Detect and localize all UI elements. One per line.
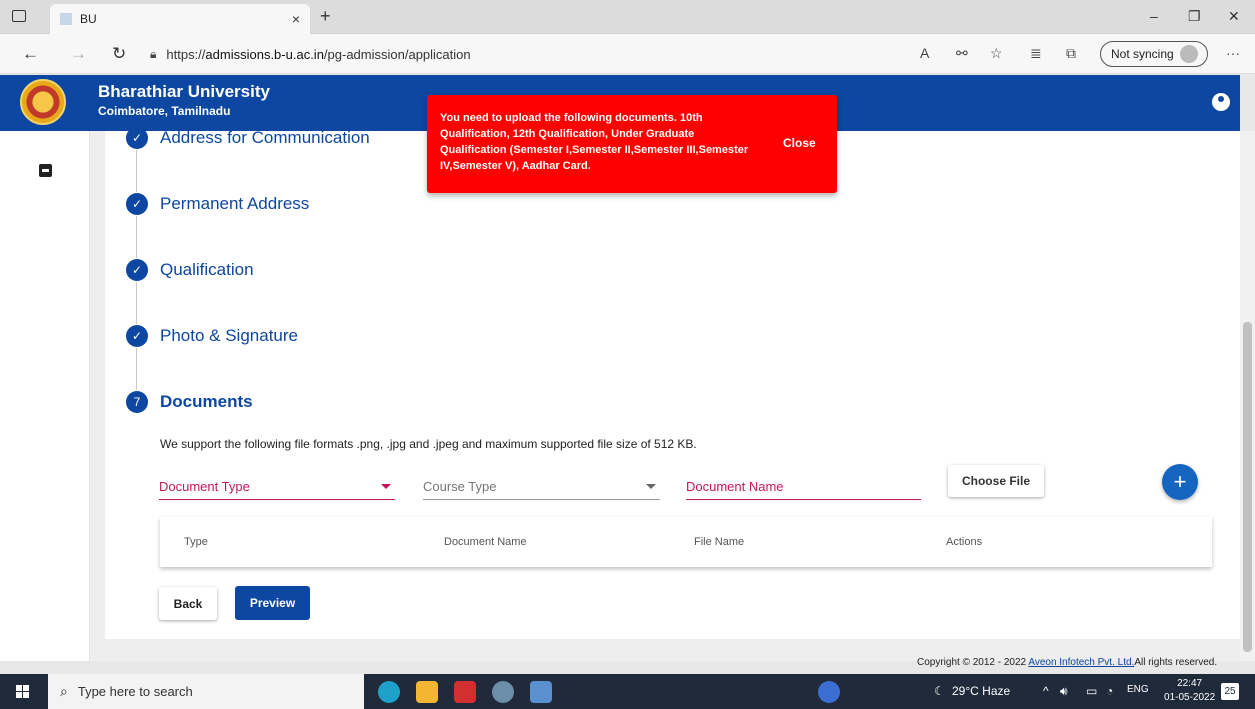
step-photo-signature[interactable]: ✓ Photo & Signature xyxy=(126,325,298,347)
refresh-icon[interactable]: ↻ xyxy=(112,44,126,64)
step-connector xyxy=(136,282,137,324)
help-icon[interactable] xyxy=(818,681,840,703)
error-toast: You need to upload the following documen… xyxy=(427,95,837,193)
sync-label: Not syncing xyxy=(1111,47,1174,61)
volume-icon[interactable]: 🔊︎ xyxy=(1060,684,1068,699)
university-location: Coimbatore, Tamilnadu xyxy=(98,104,231,118)
company-link[interactable]: Aveon Infotech Pvt. Ltd. xyxy=(1028,657,1134,668)
taskbar-search[interactable]: ⌕ Type here to search xyxy=(48,674,364,709)
minimize-icon[interactable]: – xyxy=(1150,8,1158,24)
step-label: Photo & Signature xyxy=(160,326,298,345)
browser-tab-bar: BU × + – ❐ ✕ xyxy=(0,0,1255,34)
notification-icon[interactable]: 25 xyxy=(1221,683,1239,700)
check-icon: ✓ xyxy=(126,325,148,347)
step-label: Documents xyxy=(160,392,253,411)
taskbar-clock[interactable]: 22:47 01-05-2022 xyxy=(1164,677,1215,705)
weather-text[interactable]: 29°C Haze xyxy=(952,684,1010,698)
favorites-icon[interactable]: ≣ xyxy=(1030,45,1042,62)
back-button[interactable]: Back xyxy=(159,587,217,620)
browser-tab[interactable]: BU × xyxy=(50,4,310,34)
new-tab-button[interactable]: + xyxy=(320,6,331,27)
column-header-actions: Actions xyxy=(946,536,983,548)
add-document-button[interactable]: + xyxy=(1162,464,1198,500)
translate-icon[interactable]: ⚯ xyxy=(956,45,968,62)
step-label: Address for Communication xyxy=(160,128,370,147)
restore-icon[interactable]: ❐ xyxy=(1188,8,1201,25)
edge-icon[interactable] xyxy=(378,681,400,703)
lock-icon: 🔒︎ xyxy=(150,46,157,61)
course-type-label: Course Type xyxy=(423,479,497,494)
archive-icon[interactable] xyxy=(39,164,52,177)
language-indicator[interactable]: ENG xyxy=(1127,684,1149,695)
dropdown-caret-icon xyxy=(381,484,391,489)
clock-date: 01-05-2022 xyxy=(1164,692,1216,703)
check-icon: ✓ xyxy=(126,127,148,149)
step-number: 7 xyxy=(126,391,148,413)
forward-arrow-icon[interactable]: → xyxy=(70,44,87,64)
scrollbar-thumb[interactable] xyxy=(1243,322,1252,652)
step-label: Qualification xyxy=(160,260,254,279)
paint-icon[interactable] xyxy=(492,681,514,703)
course-type-select[interactable]: Course Type xyxy=(423,470,660,500)
step-connector xyxy=(136,150,137,192)
step-qualification[interactable]: ✓ Qualification xyxy=(126,259,254,281)
toast-message: You need to upload the following documen… xyxy=(440,112,749,172)
check-icon: ✓ xyxy=(126,259,148,281)
step-label: Permanent Address xyxy=(160,194,310,213)
tray-expand-icon[interactable]: ^ xyxy=(1043,684,1049,698)
back-arrow-icon[interactable]: ← xyxy=(22,44,39,64)
window-close-icon[interactable]: ✕ xyxy=(1228,8,1240,25)
university-logo xyxy=(20,79,66,125)
university-name: Bharathiar University xyxy=(98,82,270,101)
step-address-communication[interactable]: ✓ Address for Communication xyxy=(126,127,370,149)
page-favicon-icon xyxy=(60,13,72,25)
column-header-document-name: Document Name xyxy=(444,536,527,548)
collections-icon[interactable]: ⧉ xyxy=(1066,45,1076,62)
left-sidebar xyxy=(0,131,90,661)
tab-close-icon[interactable]: × xyxy=(292,11,300,27)
wifi-icon[interactable]: ◔ xyxy=(1106,684,1113,698)
column-header-type: Type xyxy=(184,536,208,548)
documents-table: Type Document Name File Name Actions xyxy=(160,517,1212,567)
step-connector xyxy=(136,216,137,258)
copyright-footer: Copyright © 2012 - 2022 Aveon Infotech P… xyxy=(917,657,1218,668)
anydesk-icon[interactable] xyxy=(454,681,476,703)
document-name-label: Document Name xyxy=(686,479,784,494)
url-bar[interactable]: 🔒︎ https://admissions.b-u.ac.in/pg-admis… xyxy=(150,42,850,66)
profile-sync-button[interactable]: Not syncing xyxy=(1100,41,1208,67)
step-connector xyxy=(136,348,137,390)
account-icon[interactable] xyxy=(1212,93,1230,111)
document-type-label: Document Type xyxy=(159,479,250,494)
weather-icon[interactable]: ☾ xyxy=(934,684,945,698)
step-documents[interactable]: 7 Documents xyxy=(126,391,253,413)
file-format-info: We support the following file formats .p… xyxy=(160,437,697,451)
url-text: https://admissions.b-u.ac.in/pg-admissio… xyxy=(166,46,471,62)
address-toolbar: ← → ↻ 🔒︎ https://admissions.b-u.ac.in/pg… xyxy=(0,34,1255,74)
document-type-select[interactable]: Document Type xyxy=(159,470,395,500)
search-icon: ⌕ xyxy=(60,683,68,699)
choose-file-button[interactable]: Choose File xyxy=(948,465,1044,497)
display-icon[interactable]: ▭ xyxy=(1086,684,1097,698)
step-permanent-address[interactable]: ✓ Permanent Address xyxy=(126,193,309,215)
toast-close-button[interactable]: Close xyxy=(783,136,816,150)
tab-title: BU xyxy=(80,12,97,26)
document-name-input[interactable]: Document Name xyxy=(686,470,921,500)
more-menu-icon[interactable]: ··· xyxy=(1226,45,1240,61)
column-header-file-name: File Name xyxy=(694,536,745,548)
dropdown-caret-icon xyxy=(646,484,656,489)
windows-start-icon[interactable] xyxy=(16,685,29,698)
profile-avatar xyxy=(1179,45,1198,63)
read-aloud-icon[interactable]: A xyxy=(920,45,929,61)
preview-button[interactable]: Preview xyxy=(235,586,310,620)
taskbar-search-placeholder: Type here to search xyxy=(77,684,193,699)
favorite-star-icon[interactable]: ☆ xyxy=(990,45,1003,62)
network-app-icon[interactable] xyxy=(530,681,552,703)
clock-time: 22:47 xyxy=(1177,678,1203,689)
tab-actions-icon[interactable] xyxy=(12,10,26,22)
windows-taskbar: ⌕ Type here to search ☾ 29°C Haze ^ 🔊︎ ▭… xyxy=(0,674,1255,709)
file-explorer-icon[interactable] xyxy=(416,681,438,703)
check-icon: ✓ xyxy=(126,193,148,215)
